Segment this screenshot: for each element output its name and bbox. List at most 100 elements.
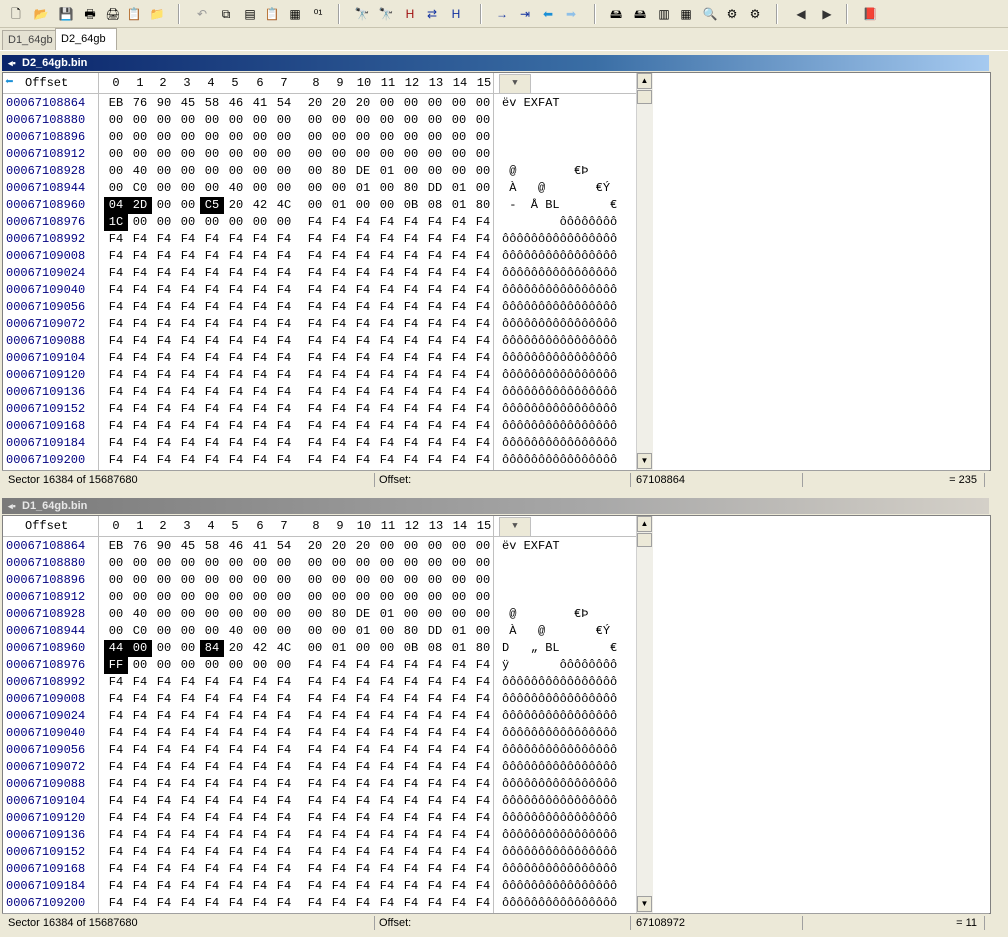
hex-byte[interactable]: 54 [272,95,296,112]
hex-byte[interactable]: F4 [399,725,423,742]
hex-byte[interactable]: 00 [375,197,399,214]
hex-byte[interactable]: EB [104,95,128,112]
hex-byte[interactable]: F4 [104,401,128,418]
hex-byte[interactable]: F4 [224,435,248,452]
hex-byte[interactable]: 00 [471,95,495,112]
ascii-text[interactable]: ôôôôôôôôôôôôôôôô [502,452,617,469]
hex-byte[interactable]: F4 [272,384,296,401]
hex-byte[interactable]: F4 [128,333,152,350]
hex-byte[interactable]: F4 [375,418,399,435]
hex-byte[interactable]: F4 [104,384,128,401]
hex-row[interactable]: 00067109136 F4 F4 F4 F4 F4 F4 F4 F4 F4 F4 F4 F4 F4 F4 F… [3,827,636,844]
hex-byte[interactable]: 00 [447,163,471,180]
hex-byte[interactable]: 0B [399,197,423,214]
hex-byte[interactable]: 45 [176,95,200,112]
hex-byte[interactable]: 00 [447,606,471,623]
hex-byte[interactable]: F4 [327,691,351,708]
hex-byte[interactable]: 54 [272,538,296,555]
hex-byte[interactable]: 90 [152,538,176,555]
hex-byte[interactable]: F4 [327,248,351,265]
hex-byte[interactable]: F4 [327,810,351,827]
hex-byte[interactable]: F4 [423,316,447,333]
hex-byte[interactable]: F4 [447,691,471,708]
hex-byte[interactable]: F4 [200,810,224,827]
hex-byte[interactable]: F4 [351,452,375,469]
hex-byte[interactable]: F4 [152,452,176,469]
disk-tools-icon[interactable]: ⚙ [722,4,742,24]
hex-byte[interactable]: F4 [303,827,327,844]
hex-byte[interactable]: 00 [152,146,176,163]
hex-byte[interactable]: 00 [152,555,176,572]
hex-byte[interactable]: F4 [272,844,296,861]
hex-byte[interactable]: F4 [423,282,447,299]
hex-byte[interactable]: 00 [327,112,351,129]
hex-byte[interactable]: F4 [248,367,272,384]
hex-byte[interactable]: F4 [399,793,423,810]
hex-byte[interactable]: 00 [224,146,248,163]
hex-byte[interactable]: F4 [471,776,495,793]
hex-byte[interactable]: F4 [303,316,327,333]
hex-byte[interactable]: F4 [423,895,447,912]
hex-byte[interactable]: F4 [399,401,423,418]
hex-byte[interactable]: 00 [351,640,375,657]
hex-byte[interactable]: F4 [327,299,351,316]
tab-d2-64gb[interactable]: D2_64gb [55,28,117,50]
hex-byte[interactable]: 80 [327,606,351,623]
hex-byte[interactable]: 00 [423,538,447,555]
hex-byte[interactable]: 40 [128,163,152,180]
hex-byte[interactable]: 00 [128,589,152,606]
ascii-text[interactable]: ëv EXFAT [502,95,560,112]
hex-byte[interactable]: 20 [351,538,375,555]
hex-byte[interactable]: 00 [200,589,224,606]
hex-byte[interactable]: F4 [128,861,152,878]
hex-byte[interactable]: F4 [128,827,152,844]
hex-byte[interactable]: F4 [375,725,399,742]
hex-byte[interactable]: F4 [447,827,471,844]
hex-byte[interactable]: F4 [224,725,248,742]
hex-byte[interactable]: F4 [104,895,128,912]
hex-byte[interactable]: 00 [104,129,128,146]
hex-byte[interactable]: 00 [272,146,296,163]
hex-byte[interactable]: F4 [447,418,471,435]
hex-byte[interactable]: F4 [423,674,447,691]
hex-byte[interactable]: 00 [248,129,272,146]
hex-byte[interactable]: F4 [200,248,224,265]
hex-byte[interactable]: F4 [399,248,423,265]
hex-row[interactable]: 00067108960 04 2D 00 00 C5 20 42 4C 00 01 00 00 0B 08 0… [3,197,636,214]
hex-byte[interactable]: F4 [423,435,447,452]
hex-byte[interactable]: F4 [351,657,375,674]
hex-byte[interactable]: F4 [224,231,248,248]
hex-byte[interactable]: F4 [272,776,296,793]
hex-byte[interactable]: F4 [152,674,176,691]
hex-byte[interactable]: 00 [152,623,176,640]
hex-byte[interactable]: 00 [224,606,248,623]
hex-byte[interactable]: F4 [128,435,152,452]
paste-special-icon[interactable]: ▦ [285,4,305,24]
hex-byte[interactable]: F4 [176,793,200,810]
hex-byte[interactable]: 00 [104,163,128,180]
hex-byte[interactable]: F4 [176,265,200,282]
hex-byte[interactable]: F4 [224,776,248,793]
hex-byte[interactable]: F4 [399,367,423,384]
hex-byte[interactable]: F4 [471,299,495,316]
hex-byte[interactable]: 00 [272,606,296,623]
hex-byte[interactable]: F4 [375,231,399,248]
hex-byte[interactable]: 84 [200,640,224,657]
hex-byte[interactable]: 42 [248,640,272,657]
hex-byte[interactable]: 00 [447,112,471,129]
hex-byte[interactable]: F4 [423,657,447,674]
hex-byte[interactable]: F4 [248,708,272,725]
hex-byte[interactable]: 00 [224,572,248,589]
hex-byte[interactable]: F4 [399,861,423,878]
hex-byte[interactable]: F4 [224,282,248,299]
hex-byte[interactable]: 00 [200,606,224,623]
hex-byte[interactable]: 00 [447,129,471,146]
hex-byte[interactable]: F4 [152,742,176,759]
hex-byte[interactable]: 46 [224,95,248,112]
ascii-text[interactable]: ôôôôôôôôôôôôôôôô [502,248,617,265]
hex-byte[interactable]: F4 [447,214,471,231]
hex-byte[interactable]: 00 [351,589,375,606]
hex-byte[interactable]: 00 [248,146,272,163]
hex-byte[interactable]: 00 [104,572,128,589]
hex-byte[interactable]: 00 [152,572,176,589]
